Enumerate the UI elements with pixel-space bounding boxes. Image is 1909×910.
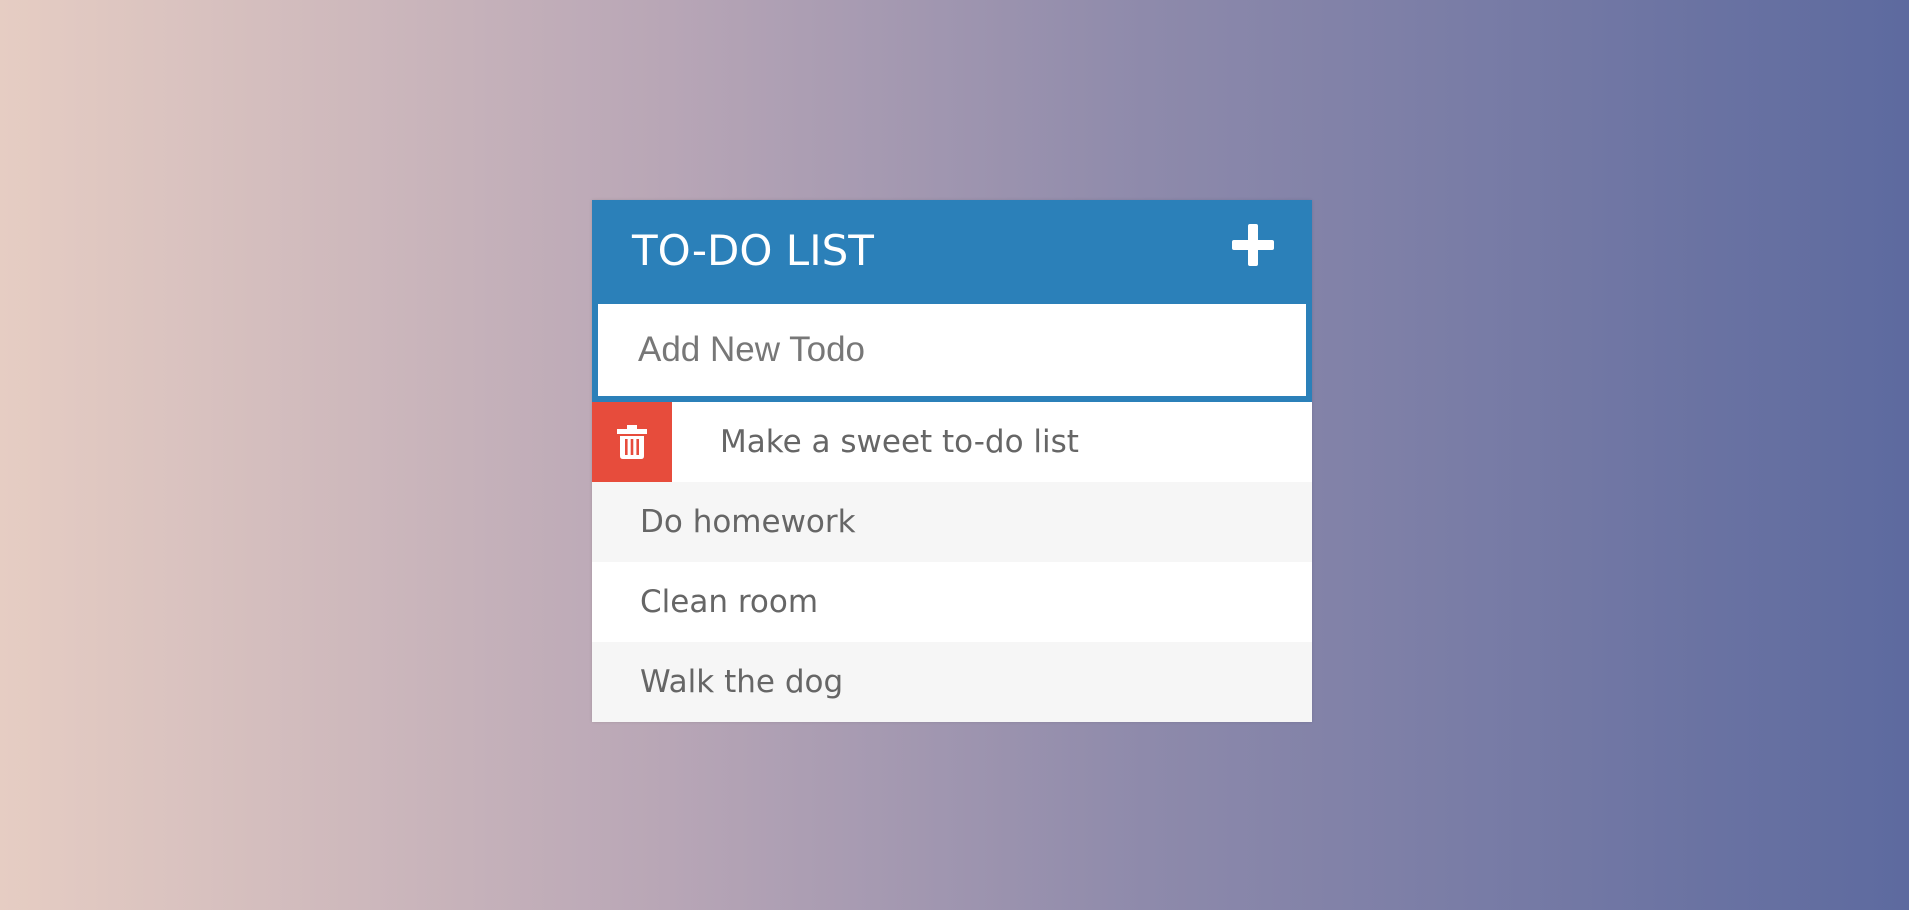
todo-text: Make a sweet to-do list <box>720 424 1079 460</box>
list-item[interactable]: Do homework <box>592 482 1312 562</box>
list-item[interactable]: Make a sweet to-do list <box>592 402 1312 482</box>
list-item[interactable]: Clean room <box>592 562 1312 642</box>
todo-text: Do homework <box>640 504 856 540</box>
todo-text: Walk the dog <box>640 664 844 700</box>
new-todo-input[interactable] <box>598 304 1306 396</box>
page-title: TO-DO LIST <box>632 226 874 275</box>
todo-text: Clean room <box>640 584 819 620</box>
list-item[interactable]: Walk the dog <box>592 642 1312 722</box>
todo-header: TO-DO LIST <box>592 200 1312 304</box>
plus-icon[interactable] <box>1228 220 1278 270</box>
new-todo-wrapper <box>592 304 1312 402</box>
todo-list: Make a sweet to-do list Do homework Clea… <box>592 402 1312 722</box>
todo-card: TO-DO LIST Make a sweet to-do li <box>592 200 1312 722</box>
trash-icon[interactable] <box>592 402 672 482</box>
